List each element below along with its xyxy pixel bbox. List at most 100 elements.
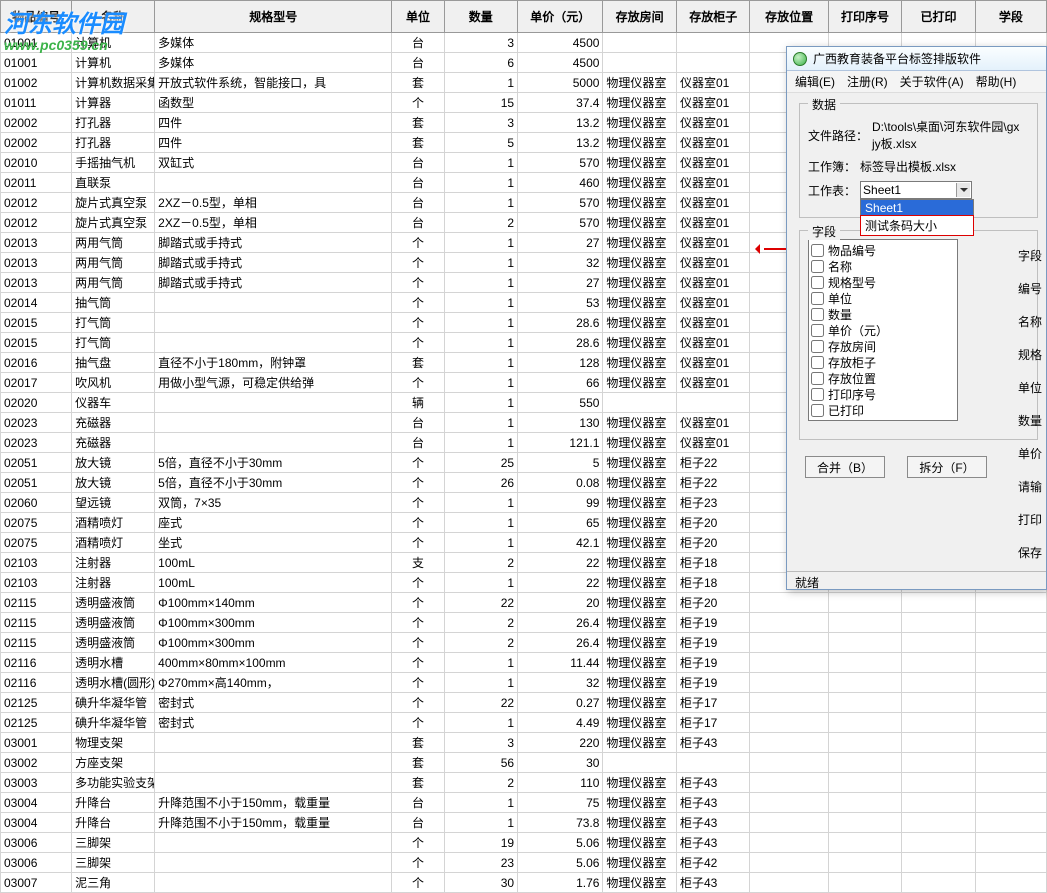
cell[interactable] — [902, 873, 976, 893]
cell[interactable] — [902, 753, 976, 773]
cell[interactable]: 物理仪器室 — [603, 733, 677, 753]
cell[interactable]: 66 — [518, 373, 603, 393]
cell[interactable]: 73.8 — [518, 813, 603, 833]
cell[interactable]: 01011 — [1, 93, 72, 113]
cell[interactable]: 柜子22 — [676, 453, 750, 473]
cell[interactable] — [155, 833, 392, 853]
cell[interactable]: 22 — [518, 553, 603, 573]
cell[interactable]: 升降范围不小于150mm，载重量 — [155, 813, 392, 833]
cell[interactable]: 直联泵 — [72, 173, 155, 193]
cell[interactable]: 个 — [392, 473, 444, 493]
cell[interactable]: 望远镜 — [72, 493, 155, 513]
cell[interactable] — [902, 793, 976, 813]
cell[interactable]: 1 — [444, 193, 518, 213]
cell[interactable]: 1 — [444, 173, 518, 193]
cell[interactable]: 打孔器 — [72, 113, 155, 133]
cell[interactable]: 柜子43 — [676, 733, 750, 753]
cell[interactable]: 个 — [392, 613, 444, 633]
cell[interactable]: 物理仪器室 — [603, 333, 677, 353]
cell[interactable]: 台 — [392, 433, 444, 453]
cell[interactable]: 仪器室01 — [676, 93, 750, 113]
cell[interactable]: 22 — [444, 593, 518, 613]
cell[interactable]: 柜子43 — [676, 833, 750, 853]
cell[interactable] — [975, 813, 1046, 833]
cell[interactable] — [828, 653, 902, 673]
cell[interactable]: 物理仪器室 — [603, 673, 677, 693]
cell[interactable]: 柜子18 — [676, 553, 750, 573]
cell[interactable] — [676, 393, 750, 413]
cell[interactable]: 物理仪器室 — [603, 533, 677, 553]
field-check-item[interactable]: 单价（元） — [811, 322, 955, 338]
cell[interactable]: 02013 — [1, 253, 72, 273]
cell[interactable]: 台 — [392, 153, 444, 173]
worksheet-option-0[interactable]: Sheet1 — [861, 200, 973, 216]
cell[interactable]: 5倍，直径不小于30mm — [155, 453, 392, 473]
table-row[interactable]: 03006三脚架个195.06物理仪器室柜子43 — [1, 833, 1047, 853]
cell[interactable]: 1 — [444, 353, 518, 373]
cell[interactable]: 1 — [444, 233, 518, 253]
cell[interactable]: 2XZ－0.5型，单相 — [155, 213, 392, 233]
column-header[interactable]: 单位 — [392, 1, 444, 33]
cell[interactable] — [828, 633, 902, 653]
table-row[interactable]: 03007泥三角个301.76物理仪器室柜子43 — [1, 873, 1047, 893]
cell[interactable]: 套 — [392, 113, 444, 133]
cell[interactable]: 计算机 — [72, 53, 155, 73]
field-check-item[interactable]: 存放柜子 — [811, 354, 955, 370]
cell[interactable]: 1 — [444, 393, 518, 413]
cell[interactable] — [750, 793, 828, 813]
cell[interactable]: 物理仪器室 — [603, 373, 677, 393]
cell[interactable]: 抽气筒 — [72, 293, 155, 313]
cell[interactable]: 02002 — [1, 113, 72, 133]
cell[interactable]: Φ270mm×高140mm， — [155, 673, 392, 693]
cell[interactable]: 个 — [392, 873, 444, 893]
cell[interactable] — [902, 653, 976, 673]
cell[interactable]: 物理仪器室 — [603, 413, 677, 433]
cell[interactable]: 1 — [444, 153, 518, 173]
menu-about[interactable]: 关于软件(A) — [900, 73, 964, 90]
cell[interactable]: 53 — [518, 293, 603, 313]
cell[interactable]: 27 — [518, 273, 603, 293]
menu-edit[interactable]: 编辑(E) — [795, 73, 835, 90]
cell[interactable]: 1 — [444, 313, 518, 333]
cell[interactable]: 02075 — [1, 513, 72, 533]
column-header[interactable]: 数量 — [444, 1, 518, 33]
cell[interactable]: 升降台 — [72, 793, 155, 813]
cell[interactable]: 65 — [518, 513, 603, 533]
cell[interactable]: 100mL — [155, 553, 392, 573]
merge-button[interactable]: 合并（B） — [805, 456, 885, 478]
cell[interactable]: 02016 — [1, 353, 72, 373]
cell[interactable]: 3 — [444, 733, 518, 753]
cell[interactable] — [975, 613, 1046, 633]
cell[interactable]: 放大镜 — [72, 453, 155, 473]
cell[interactable]: 物理仪器室 — [603, 653, 677, 673]
cell[interactable]: 碘升华凝华管 — [72, 693, 155, 713]
cell[interactable]: 28.6 — [518, 333, 603, 353]
field-checkbox[interactable] — [811, 356, 824, 369]
cell[interactable]: 1 — [444, 273, 518, 293]
cell[interactable]: 56 — [444, 753, 518, 773]
table-row[interactable]: 03002方座支架套5630 — [1, 753, 1047, 773]
cell[interactable]: 03007 — [1, 873, 72, 893]
cell[interactable] — [902, 713, 976, 733]
cell[interactable]: 多媒体 — [155, 33, 392, 53]
cell[interactable] — [902, 833, 976, 853]
field-checklist[interactable]: 物品编号名称规格型号单位数量单价（元）存放房间存放柜子存放位置打印序号已打印学段 — [808, 239, 958, 421]
cell[interactable]: 物理仪器室 — [603, 693, 677, 713]
cell[interactable]: 个 — [392, 333, 444, 353]
cell[interactable] — [603, 393, 677, 413]
chevron-down-icon[interactable] — [956, 183, 970, 197]
cell[interactable]: 1 — [444, 73, 518, 93]
cell[interactable]: 物理仪器室 — [603, 173, 677, 193]
cell[interactable] — [750, 653, 828, 673]
cell[interactable] — [975, 733, 1046, 753]
cell[interactable]: 2 — [444, 773, 518, 793]
cell[interactable]: 1 — [444, 653, 518, 673]
cell[interactable]: 仪器室01 — [676, 193, 750, 213]
cell[interactable]: 个 — [392, 453, 444, 473]
cell[interactable] — [155, 433, 392, 453]
cell[interactable]: 5倍，直径不小于30mm — [155, 473, 392, 493]
cell[interactable]: 柜子42 — [676, 853, 750, 873]
cell[interactable]: 升降台 — [72, 813, 155, 833]
cell[interactable]: 02012 — [1, 213, 72, 233]
cell[interactable]: 用做小型气源，可稳定供给弹 — [155, 373, 392, 393]
